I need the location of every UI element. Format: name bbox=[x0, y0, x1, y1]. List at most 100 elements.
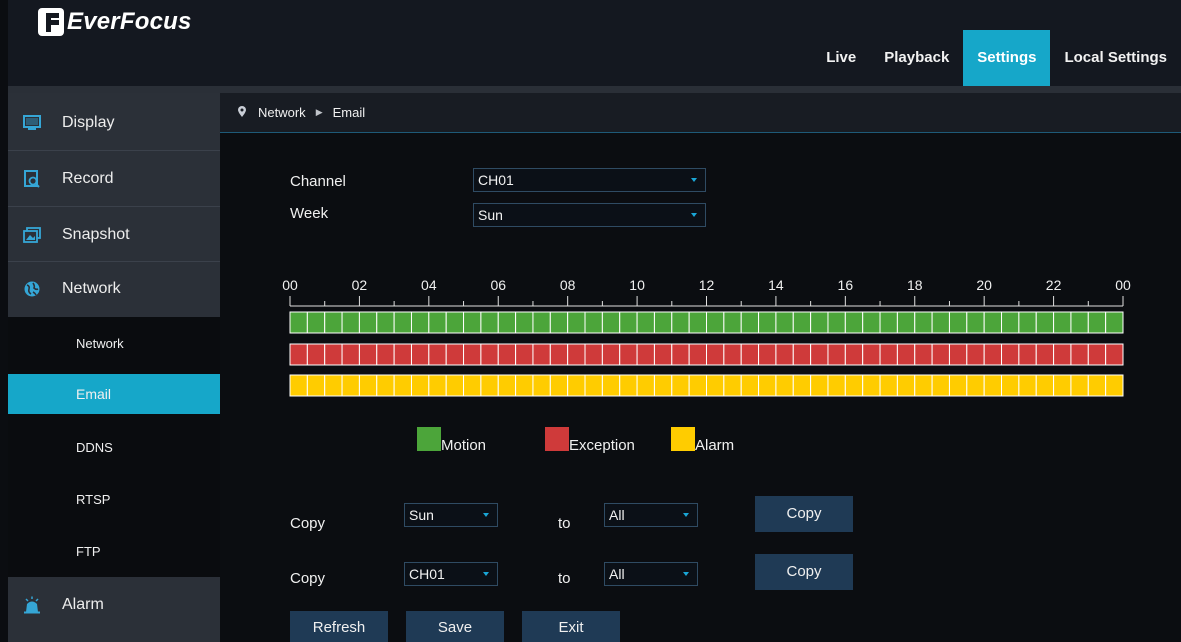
schedule-slot[interactable] bbox=[688, 311, 708, 334]
schedule-slot[interactable] bbox=[862, 343, 881, 366]
schedule-slot[interactable] bbox=[393, 343, 412, 366]
schedule-slot[interactable] bbox=[758, 311, 777, 334]
schedule-slot[interactable] bbox=[653, 343, 673, 366]
schedule-slot[interactable] bbox=[653, 311, 673, 334]
schedule-slot[interactable] bbox=[879, 343, 898, 366]
schedule-slot[interactable] bbox=[966, 311, 985, 334]
schedule-slot[interactable] bbox=[306, 343, 326, 366]
schedule-slot[interactable] bbox=[532, 374, 551, 397]
schedule-slot[interactable] bbox=[948, 311, 968, 334]
schedule-timeline[interactable]: 00 02 04 06 08 10 12 14 16 18 20 22 00 bbox=[275, 276, 1135, 401]
schedule-slot[interactable] bbox=[758, 343, 777, 366]
schedule-slot[interactable] bbox=[653, 374, 673, 397]
schedule-slot[interactable] bbox=[931, 311, 950, 334]
schedule-slot[interactable] bbox=[324, 374, 343, 397]
schedule-slot[interactable] bbox=[567, 374, 586, 397]
schedule-slot[interactable] bbox=[358, 374, 378, 397]
schedule-slot[interactable] bbox=[463, 311, 482, 334]
schedule-slot[interactable] bbox=[601, 311, 621, 334]
schedule-slot[interactable] bbox=[1018, 374, 1037, 397]
schedule-slot[interactable] bbox=[983, 374, 1003, 397]
schedule-slot[interactable] bbox=[931, 374, 950, 397]
schedule-slot[interactable] bbox=[723, 311, 742, 334]
schedule-slot[interactable] bbox=[636, 311, 655, 334]
schedule-slot[interactable] bbox=[810, 374, 829, 397]
schedule-slot[interactable] bbox=[688, 343, 708, 366]
refresh-button[interactable]: Refresh bbox=[290, 611, 388, 642]
schedule-slot[interactable] bbox=[428, 374, 447, 397]
schedule-slot[interactable] bbox=[445, 343, 465, 366]
schedule-slot[interactable] bbox=[792, 374, 812, 397]
schedule-slot[interactable] bbox=[792, 311, 812, 334]
schedule-slot[interactable] bbox=[931, 343, 950, 366]
schedule-slot[interactable] bbox=[358, 311, 378, 334]
schedule-slot[interactable] bbox=[306, 374, 326, 397]
schedule-slot[interactable] bbox=[706, 311, 725, 334]
schedule-slot[interactable] bbox=[688, 374, 708, 397]
schedule-slot[interactable] bbox=[1105, 343, 1124, 366]
schedule-slot[interactable] bbox=[549, 343, 569, 366]
schedule-slot[interactable] bbox=[463, 374, 482, 397]
schedule-slot[interactable] bbox=[1070, 374, 1089, 397]
schedule-slot[interactable] bbox=[497, 311, 517, 334]
schedule-slot[interactable] bbox=[775, 374, 794, 397]
schedule-slot[interactable] bbox=[393, 311, 412, 334]
schedule-slot[interactable] bbox=[740, 311, 760, 334]
schedule-slot[interactable] bbox=[896, 374, 916, 397]
schedule-slot[interactable] bbox=[289, 311, 308, 334]
schedule-slot[interactable] bbox=[306, 311, 326, 334]
schedule-slot[interactable] bbox=[532, 311, 551, 334]
sidebar-item-record[interactable]: Record bbox=[8, 151, 220, 207]
schedule-slot[interactable] bbox=[515, 343, 534, 366]
schedule-slot[interactable] bbox=[619, 343, 638, 366]
nav-local-settings[interactable]: Local Settings bbox=[1050, 30, 1181, 86]
schedule-slot[interactable] bbox=[948, 374, 968, 397]
breadcrumb-parent[interactable]: Network bbox=[258, 105, 306, 120]
copy-day-button[interactable]: Copy bbox=[755, 496, 853, 532]
schedule-slot[interactable] bbox=[740, 343, 760, 366]
schedule-slot[interactable] bbox=[410, 374, 430, 397]
schedule-slot[interactable] bbox=[1070, 311, 1089, 334]
schedule-slot[interactable] bbox=[862, 311, 881, 334]
submenu-item-ddns[interactable]: DDNS bbox=[8, 421, 220, 473]
submenu-item-network[interactable]: Network bbox=[8, 317, 220, 369]
exit-button[interactable]: Exit bbox=[522, 611, 620, 642]
schedule-slot[interactable] bbox=[1001, 374, 1020, 397]
schedule-slot[interactable] bbox=[671, 343, 690, 366]
schedule-slot[interactable] bbox=[463, 343, 482, 366]
schedule-slot[interactable] bbox=[966, 343, 985, 366]
schedule-slot[interactable] bbox=[497, 343, 517, 366]
schedule-slot[interactable] bbox=[862, 374, 881, 397]
schedule-slot[interactable] bbox=[1105, 374, 1124, 397]
schedule-slot[interactable] bbox=[341, 311, 360, 334]
schedule-slot[interactable] bbox=[966, 374, 985, 397]
schedule-slot[interactable] bbox=[1070, 343, 1089, 366]
schedule-slot[interactable] bbox=[706, 343, 725, 366]
schedule-slot[interactable] bbox=[792, 343, 812, 366]
schedule-slot[interactable] bbox=[740, 374, 760, 397]
copy-day-to-select[interactable]: All bbox=[604, 503, 698, 527]
schedule-slot[interactable] bbox=[810, 311, 829, 334]
schedule-slot[interactable] bbox=[706, 374, 725, 397]
schedule-row-exception[interactable] bbox=[289, 343, 1124, 366]
schedule-slot[interactable] bbox=[1087, 374, 1107, 397]
schedule-slot[interactable] bbox=[532, 343, 551, 366]
schedule-slot[interactable] bbox=[341, 374, 360, 397]
schedule-slot[interactable] bbox=[983, 343, 1003, 366]
schedule-slot[interactable] bbox=[601, 343, 621, 366]
sidebar-item-display[interactable]: Display bbox=[8, 95, 220, 151]
schedule-slot[interactable] bbox=[1053, 343, 1072, 366]
schedule-slot[interactable] bbox=[324, 311, 343, 334]
schedule-slot[interactable] bbox=[584, 343, 603, 366]
schedule-slot[interactable] bbox=[428, 343, 447, 366]
copy-channel-from-select[interactable]: CH01 bbox=[404, 562, 498, 586]
schedule-slot[interactable] bbox=[775, 343, 794, 366]
schedule-slot[interactable] bbox=[480, 311, 499, 334]
schedule-slot[interactable] bbox=[914, 374, 933, 397]
schedule-slot[interactable] bbox=[827, 311, 846, 334]
schedule-slot[interactable] bbox=[497, 374, 517, 397]
schedule-slot[interactable] bbox=[948, 343, 968, 366]
schedule-slot[interactable] bbox=[636, 343, 655, 366]
sidebar-item-snapshot[interactable]: Snapshot bbox=[8, 207, 220, 263]
schedule-slot[interactable] bbox=[619, 374, 638, 397]
